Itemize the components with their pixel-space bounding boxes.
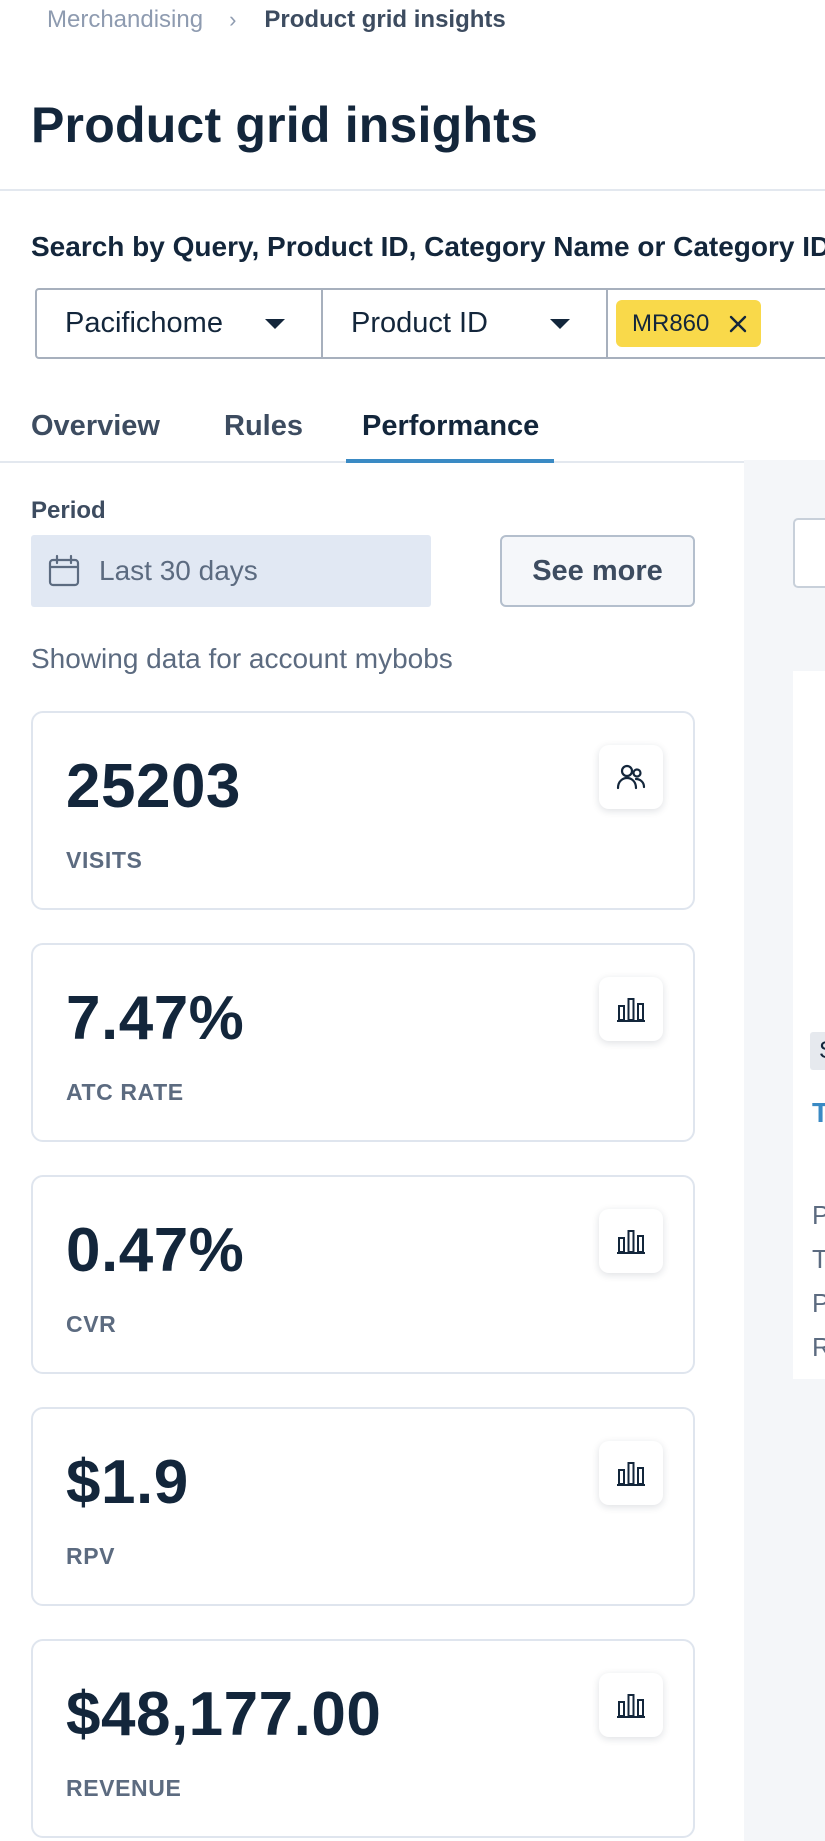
metric-value: $48,177.00: [66, 1680, 382, 1749]
site-select-value: Pacifichome: [65, 307, 223, 339]
close-icon[interactable]: [727, 313, 749, 335]
metric-value: 25203: [66, 752, 241, 821]
right-panel-button[interactable]: [793, 518, 825, 588]
bar-chart-icon: [599, 1209, 663, 1273]
see-more-button[interactable]: See more: [500, 535, 695, 607]
metric-card-cvr: 0.47% CVR: [31, 1175, 695, 1374]
metric-value: 0.47%: [66, 1216, 245, 1285]
metric-label: RPV: [66, 1543, 116, 1569]
account-note: Showing data for account mybobs: [31, 643, 453, 674]
search-label: Search by Query, Product ID, Category Na…: [31, 231, 825, 262]
search-bar: Pacifichome Product ID MR860: [35, 288, 825, 359]
right-panel-list: P T P R: [812, 1193, 825, 1369]
breadcrumb: Merchandising › Product grid insights: [47, 6, 506, 34]
site-select[interactable]: Pacifichome: [35, 288, 323, 359]
right-panel-row: T: [812, 1244, 825, 1274]
bar-chart-icon: [599, 1673, 663, 1737]
chevron-right-icon: ›: [229, 7, 237, 32]
metric-card-rpv: $1.9 RPV: [31, 1407, 695, 1606]
bar-chart-icon: [599, 977, 663, 1041]
calendar-icon: [47, 554, 81, 588]
breadcrumb-current: Product grid insights: [264, 6, 506, 33]
tab-performance[interactable]: Performance: [362, 410, 539, 443]
users-icon: [599, 745, 663, 809]
metric-value: $1.9: [66, 1448, 189, 1517]
metric-label: VISITS: [66, 847, 143, 873]
search-type-select[interactable]: Product ID: [321, 288, 608, 359]
metric-card-atc-rate: 7.47% ATC RATE: [31, 943, 695, 1142]
metric-label: CVR: [66, 1311, 117, 1337]
metric-value: 7.47%: [66, 984, 245, 1053]
bar-chart-icon: [599, 1441, 663, 1505]
search-tag: MR860: [616, 300, 762, 347]
caret-down-icon: [550, 318, 570, 329]
tab-rules[interactable]: Rules: [224, 410, 303, 443]
right-panel: [744, 460, 825, 1841]
right-panel-chip-text: S: [819, 1037, 825, 1065]
metric-card-visits: 25203 VISITS: [31, 711, 695, 910]
caret-down-icon: [265, 318, 285, 329]
period-date-picker[interactable]: Last 30 days: [31, 535, 431, 607]
page-title: Product grid insights: [31, 97, 538, 153]
metric-card-revenue: $48,177.00 REVENUE: [31, 1639, 695, 1838]
period-value: Last 30 days: [99, 555, 258, 586]
metric-label: ATC RATE: [66, 1079, 184, 1105]
search-type-value: Product ID: [351, 307, 488, 339]
period-label: Period: [31, 497, 106, 524]
right-panel-link[interactable]: T: [812, 1097, 825, 1129]
breadcrumb-merchandising-link[interactable]: Merchandising: [47, 6, 203, 34]
right-panel-row: R: [812, 1332, 825, 1362]
right-panel-row: P: [812, 1288, 825, 1318]
active-tab-indicator: [346, 459, 554, 463]
search-tag-label: MR860: [632, 309, 710, 337]
divider: [0, 189, 825, 191]
search-input[interactable]: MR860: [606, 288, 825, 359]
metric-label: REVENUE: [66, 1775, 182, 1801]
tabs: Overview Rules Performance: [0, 410, 825, 463]
right-panel-row: P: [812, 1200, 825, 1230]
tab-overview[interactable]: Overview: [31, 410, 160, 443]
